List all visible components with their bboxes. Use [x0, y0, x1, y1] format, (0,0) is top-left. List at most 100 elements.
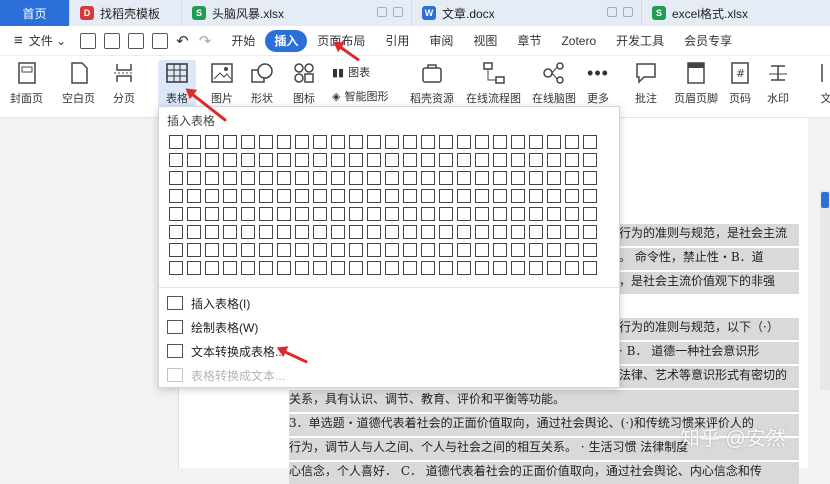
grid-cell[interactable]	[367, 171, 381, 185]
grid-cell[interactable]	[547, 207, 561, 221]
grid-cell[interactable]	[349, 225, 363, 239]
grid-cell[interactable]	[385, 135, 399, 149]
grid-cell[interactable]	[313, 261, 327, 275]
grid-cell[interactable]	[529, 225, 543, 239]
grid-cell[interactable]	[439, 225, 453, 239]
grid-cell[interactable]	[529, 171, 543, 185]
save-icon[interactable]	[80, 32, 97, 49]
grid-cell[interactable]	[511, 261, 525, 275]
grid-cell[interactable]	[529, 153, 543, 167]
grid-cell[interactable]	[547, 261, 561, 275]
cover-page-button[interactable]: 封面页	[10, 60, 43, 106]
picture-button[interactable]: 图片	[210, 60, 234, 106]
grid-cell[interactable]	[583, 135, 597, 149]
grid-cell[interactable]	[511, 225, 525, 239]
grid-cell[interactable]	[259, 207, 273, 221]
grid-cell[interactable]	[169, 261, 183, 275]
grid-cell[interactable]	[223, 135, 237, 149]
blank-page-button[interactable]: 空白页	[62, 60, 95, 106]
grid-cell[interactable]	[421, 225, 435, 239]
page-number-button[interactable]: # 页码	[728, 60, 752, 106]
tab-home[interactable]: 首页	[0, 0, 70, 26]
grid-cell[interactable]	[493, 153, 507, 167]
menu-review[interactable]: 审阅	[419, 30, 463, 52]
grid-cell[interactable]	[421, 207, 435, 221]
grid-cell[interactable]	[187, 207, 201, 221]
grid-cell[interactable]	[349, 135, 363, 149]
window-icon[interactable]	[377, 7, 387, 17]
grid-cell[interactable]	[331, 153, 345, 167]
grid-cell[interactable]	[277, 261, 291, 275]
grid-cell[interactable]	[493, 261, 507, 275]
grid-cell[interactable]	[385, 153, 399, 167]
grid-cell[interactable]	[367, 261, 381, 275]
grid-cell[interactable]	[277, 207, 291, 221]
grid-cell[interactable]	[475, 153, 489, 167]
grid-cell[interactable]	[223, 153, 237, 167]
grid-cell[interactable]	[223, 261, 237, 275]
grid-cell[interactable]	[259, 171, 273, 185]
grid-cell[interactable]	[241, 189, 255, 203]
grid-cell[interactable]	[457, 243, 471, 257]
grid-cell[interactable]	[349, 189, 363, 203]
grid-cell[interactable]	[385, 261, 399, 275]
grid-cell[interactable]	[421, 261, 435, 275]
tab-brainstorm-xlsx[interactable]: S 头脑风暴.xlsx	[182, 0, 412, 26]
grid-cell[interactable]	[403, 153, 417, 167]
grid-cell[interactable]	[385, 243, 399, 257]
grid-cell[interactable]	[187, 171, 201, 185]
grid-cell[interactable]	[187, 243, 201, 257]
grid-cell[interactable]	[457, 135, 471, 149]
window-icon[interactable]	[607, 7, 617, 17]
grid-cell[interactable]	[331, 243, 345, 257]
grid-cell[interactable]	[583, 207, 597, 221]
grid-cell[interactable]	[241, 153, 255, 167]
grid-cell[interactable]	[223, 171, 237, 185]
grid-cell[interactable]	[583, 243, 597, 257]
menu-view[interactable]: 视图	[463, 30, 507, 52]
grid-cell[interactable]	[403, 171, 417, 185]
grid-cell[interactable]	[457, 153, 471, 167]
grid-cell[interactable]	[187, 225, 201, 239]
menu-insert[interactable]: 插入	[265, 29, 308, 52]
grid-cell[interactable]	[403, 225, 417, 239]
grid-cell[interactable]	[421, 135, 435, 149]
grid-cell[interactable]	[295, 261, 309, 275]
grid-cell[interactable]	[511, 243, 525, 257]
grid-cell[interactable]	[313, 225, 327, 239]
text-to-table-item[interactable]: 文本转换成表格...	[165, 339, 287, 363]
grid-cell[interactable]	[565, 207, 579, 221]
hamburger-icon[interactable]: ≡	[14, 32, 23, 49]
grid-cell[interactable]	[367, 243, 381, 257]
grid-cell[interactable]	[565, 261, 579, 275]
tab-article-docx[interactable]: W 文章.docx	[412, 0, 642, 26]
grid-cell[interactable]	[187, 153, 201, 167]
draw-table-item[interactable]: 绘制表格(W)	[165, 315, 260, 339]
grid-cell[interactable]	[511, 207, 525, 221]
redo-icon[interactable]: ↷	[199, 32, 212, 50]
insert-table-item[interactable]: 插入表格(I)	[165, 291, 252, 315]
grid-cell[interactable]	[205, 261, 219, 275]
grid-cell[interactable]	[457, 225, 471, 239]
grid-cell[interactable]	[529, 135, 543, 149]
grid-cell[interactable]	[439, 171, 453, 185]
grid-cell[interactable]	[349, 171, 363, 185]
grid-cell[interactable]	[259, 225, 273, 239]
grid-cell[interactable]	[223, 189, 237, 203]
grid-cell[interactable]	[547, 135, 561, 149]
grid-cell[interactable]	[439, 135, 453, 149]
grid-cell[interactable]	[169, 243, 183, 257]
grid-cell[interactable]	[259, 153, 273, 167]
shape-button[interactable]: 形状	[250, 60, 274, 106]
grid-cell[interactable]	[169, 207, 183, 221]
grid-cell[interactable]	[223, 243, 237, 257]
grid-cell[interactable]	[529, 243, 543, 257]
chart-button[interactable]: ▮▮ 图表	[332, 64, 370, 80]
grid-cell[interactable]	[439, 189, 453, 203]
grid-cell[interactable]	[547, 225, 561, 239]
grid-cell[interactable]	[205, 135, 219, 149]
grid-cell[interactable]	[367, 135, 381, 149]
grid-cell[interactable]	[529, 207, 543, 221]
docer-resource-button[interactable]: 稻壳资源	[410, 60, 454, 106]
grid-cell[interactable]	[223, 207, 237, 221]
